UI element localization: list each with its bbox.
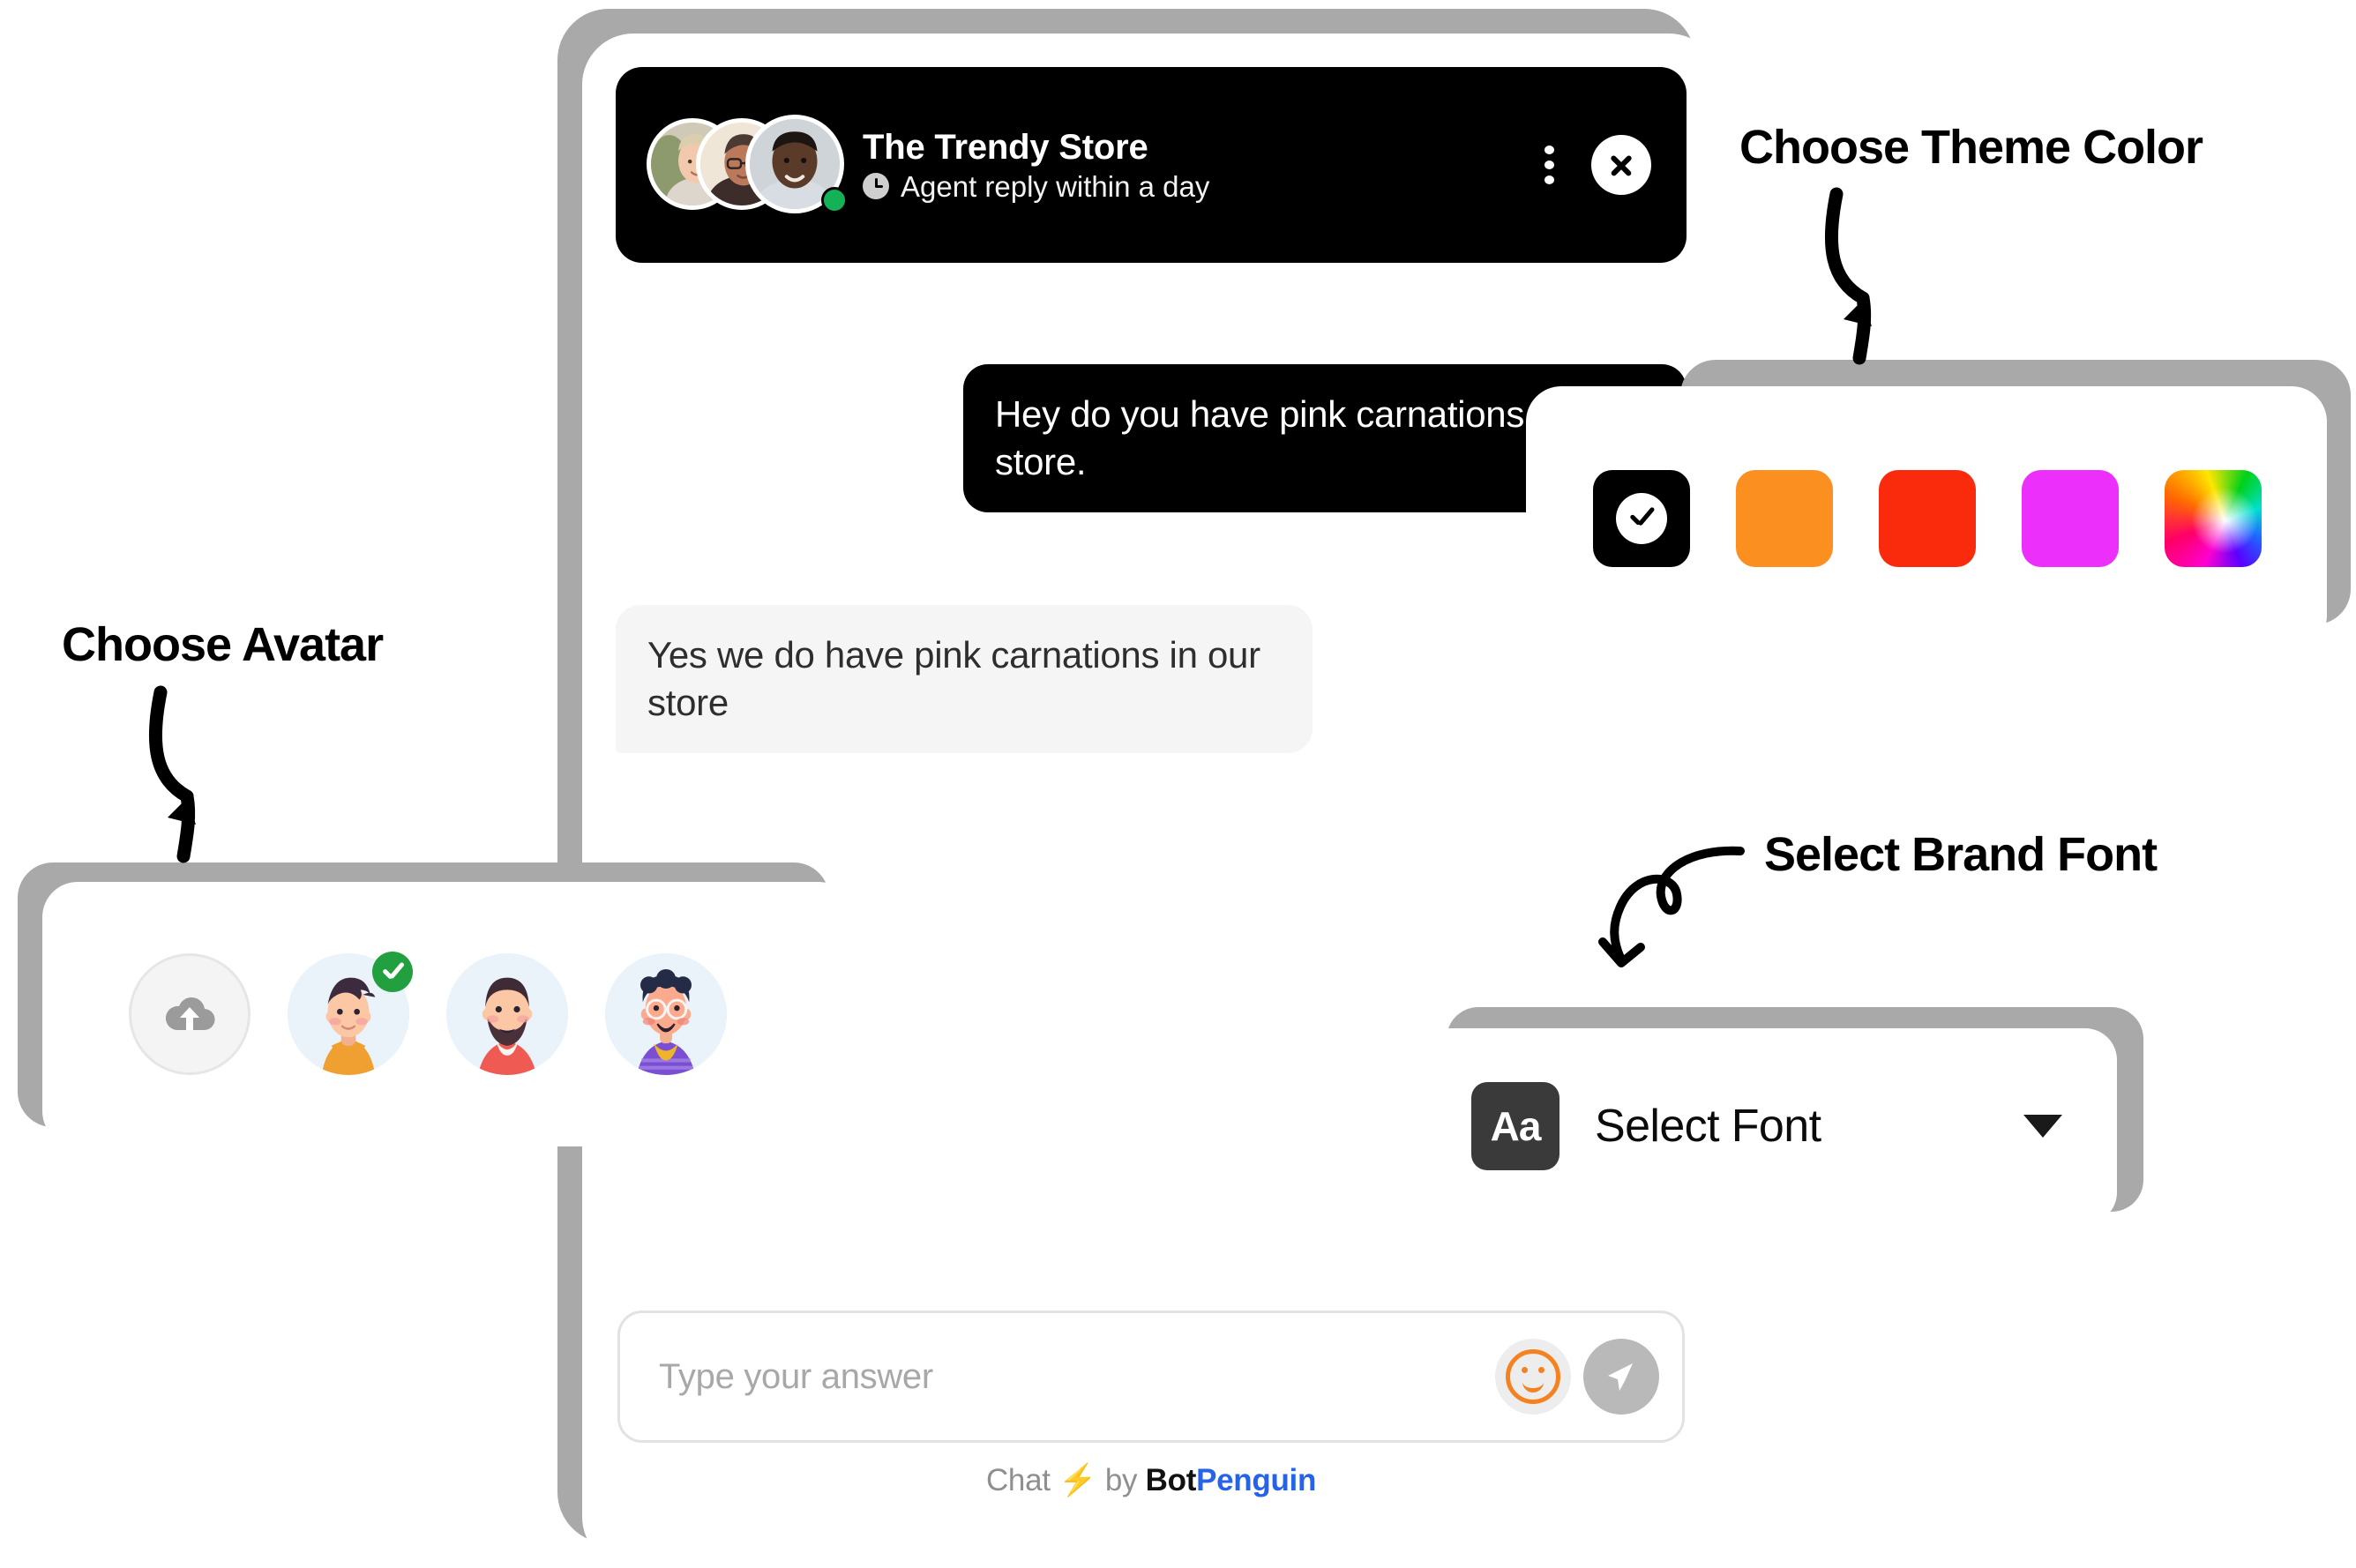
canvas: The Trendy Store Agent reply within a da… [0, 0, 2356, 1568]
annotation-choose-avatar: Choose Avatar [62, 618, 384, 671]
footer-chat-label: Chat [985, 1463, 1051, 1497]
theme-swatch-black-selected[interactable] [1593, 470, 1690, 567]
reply-time-label: Agent reply within a day [901, 169, 1210, 203]
brand-name-second: Penguin [1196, 1463, 1317, 1497]
store-name: The Trendy Store [863, 127, 1148, 167]
arrow-to-avatar-panel [148, 685, 196, 863]
font-aa-icon: Aa [1471, 1082, 1559, 1170]
bolt-icon: ⚡ [1058, 1463, 1097, 1497]
chat-footer: Chat ⚡ by BotPenguin [582, 1462, 1720, 1498]
header-text-block: The Trendy Store Agent reply within a da… [863, 130, 1209, 201]
clock-icon [863, 173, 889, 199]
close-icon[interactable] [1591, 135, 1651, 195]
online-status-dot [821, 186, 848, 213]
theme-swatch-magenta[interactable] [2022, 470, 2119, 567]
annotation-select-brand-font: Select Brand Font [1764, 828, 2158, 881]
kebab-menu-icon[interactable] [1530, 146, 1568, 184]
send-paper-plane-icon[interactable] [1583, 1339, 1659, 1415]
brand-name-first: Bot [1145, 1463, 1197, 1497]
theme-swatch-red[interactable] [1879, 470, 1976, 567]
theme-swatch-orange[interactable] [1736, 470, 1833, 567]
chat-header: The Trendy Store Agent reply within a da… [616, 67, 1687, 263]
font-selector-panel[interactable]: Aa Select Font [1420, 1028, 2117, 1224]
arrow-to-theme-panel [1824, 187, 1872, 365]
message-composer [617, 1310, 1685, 1443]
answer-input[interactable] [657, 1355, 1495, 1398]
arrow-to-font-panel [1598, 846, 1745, 967]
avatar-option-glasses-purple-shirt[interactable] [605, 953, 727, 1075]
avatar-option-bearded-red-shirt[interactable] [446, 953, 568, 1075]
font-selected-label: Select Font [1595, 1101, 1821, 1152]
chevron-down-icon[interactable] [2023, 1115, 2062, 1138]
avatar-option-orange-hoodie[interactable] [288, 952, 413, 1075]
agent-avatar-stack [647, 114, 848, 216]
theme-swatch-custom-rainbow[interactable] [2165, 470, 2262, 567]
theme-color-panel [1526, 386, 2327, 651]
avatar-chooser-panel [42, 882, 854, 1146]
annotation-choose-theme-color: Choose Theme Color [1739, 121, 2203, 174]
chat-widget: The Trendy Store Agent reply within a da… [582, 34, 1720, 1568]
message-bubble-bot: Yes we do have pink carnations in our st… [616, 605, 1313, 753]
header-actions [1530, 135, 1651, 195]
reply-time-row: Agent reply within a day [863, 172, 1209, 201]
avatar-option-upload[interactable] [129, 953, 251, 1075]
footer-by-label: by [1104, 1463, 1138, 1497]
cloud-upload-icon [129, 953, 251, 1075]
avatar-selected-badge [372, 952, 413, 992]
smiley-icon[interactable] [1495, 1339, 1571, 1415]
